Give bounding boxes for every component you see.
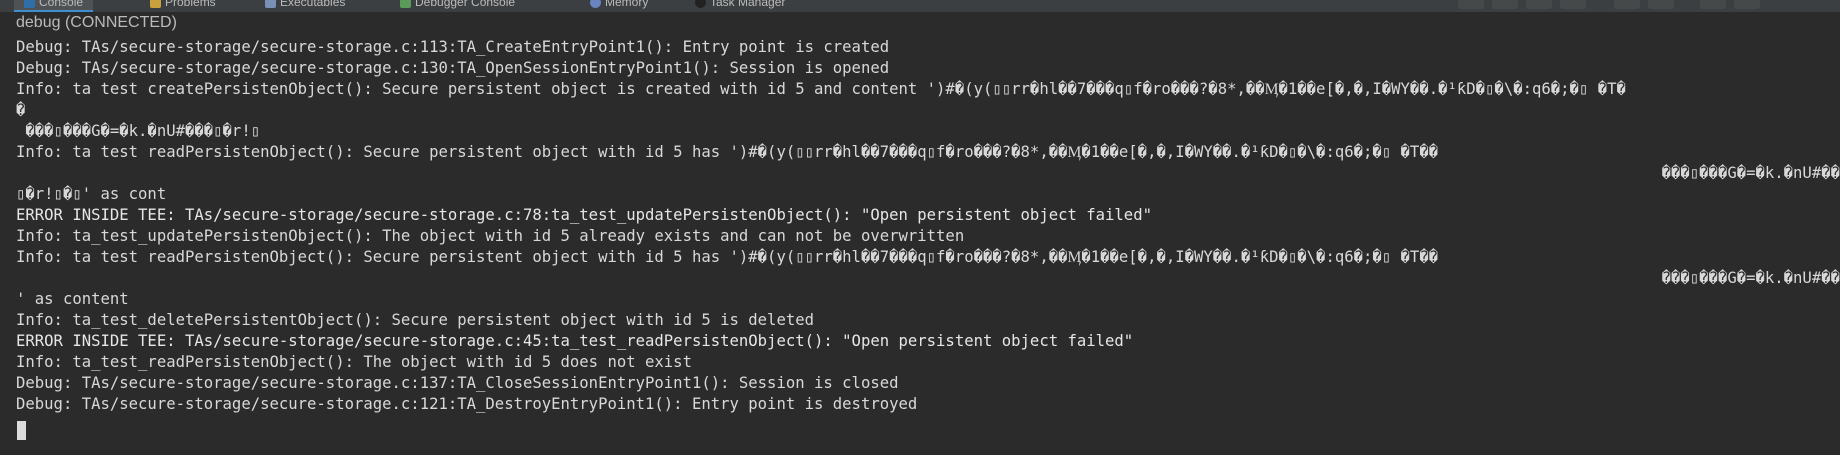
console-line: ' as content: [16, 290, 129, 308]
tab-task-manager-label: Task Manager: [710, 0, 786, 9]
tab-executables-label: Executables: [280, 0, 346, 9]
problems-icon: [150, 0, 161, 8]
tab-console[interactable]: Console: [14, 0, 94, 12]
console-line-error: ERROR INSIDE TEE: TAs/secure-storage/sec…: [16, 206, 1152, 224]
tab-memory[interactable]: Memory: [590, 0, 648, 10]
toolbar-button-8[interactable]: [1734, 0, 1760, 9]
tab-memory-label: Memory: [605, 0, 649, 9]
tab-problems[interactable]: Problems: [150, 0, 216, 10]
tab-task-manager[interactable]: Task Manager: [695, 0, 785, 10]
console-line-error: ERROR INSIDE TEE: TAs/secure-storage/sec…: [16, 332, 1134, 350]
console-icon: [24, 0, 35, 8]
console-line: Debug: TAs/secure-storage/secure-storage…: [16, 395, 918, 413]
console-line: Debug: TAs/secure-storage/secure-storage…: [16, 38, 890, 56]
task-manager-icon: [695, 0, 706, 8]
console-window: Console Problems Executables Debugger Co…: [0, 0, 1840, 455]
console-line: ▯�r!▯�▯' as cont: [16, 185, 167, 203]
tab-debugger-console[interactable]: Debugger Console: [400, 0, 515, 10]
tab-console-label: Console: [39, 0, 84, 9]
console-line: Debug: TAs/secure-storage/secure-storage…: [16, 374, 899, 392]
executables-icon: [265, 0, 276, 8]
text-cursor: [17, 421, 26, 440]
toolbar-button-5[interactable]: [1614, 0, 1640, 9]
toolbar-button-2[interactable]: [1492, 0, 1518, 9]
memory-icon: [590, 0, 601, 8]
console-line-wrapped-fragment: ���▯���G�=�k.�nU#��: [1661, 164, 1840, 182]
console-line: Info: ta_test_deletePersistentObject(): …: [16, 311, 814, 329]
tab-executables[interactable]: Executables: [265, 0, 345, 10]
toolbar-button-7[interactable]: [1700, 0, 1726, 9]
console-line: Debug: TAs/secure-storage/secure-storage…: [16, 59, 890, 77]
console-line: Info: ta test createPersistenObject(): S…: [16, 80, 1626, 98]
console-line: Info: ta_test_updatePersistenObject(): T…: [16, 227, 965, 245]
console-line-wrapped-fragment: ���▯���G�=�k.�nU#��: [1661, 269, 1840, 287]
view-tab-bar: Console Problems Executables Debugger Co…: [0, 0, 1840, 12]
tab-problems-label: Problems: [165, 0, 216, 9]
toolbar-button-1[interactable]: [1458, 0, 1484, 9]
console-title: debug (CONNECTED): [16, 14, 177, 31]
debugger-console-icon: [400, 0, 411, 8]
console-line: Info: ta test readPersistenObject(): Sec…: [16, 248, 1439, 266]
console-line: ���▯���G�=�k.�nU#���▯�r!▯: [16, 122, 261, 140]
console-output[interactable]: Debug: TAs/secure-storage/secure-storage…: [16, 38, 1840, 448]
toolbar-button-4[interactable]: [1560, 0, 1586, 9]
console-line: Info: ta test readPersistenObject(): Sec…: [16, 143, 1439, 161]
toolbar-button-6[interactable]: [1648, 0, 1674, 9]
console-line: �: [16, 101, 26, 119]
console-line: Info: ta_test_readPersistenObject(): The…: [16, 353, 692, 371]
tab-debugger-console-label: Debugger Console: [415, 0, 516, 9]
toolbar-button-3[interactable]: [1526, 0, 1552, 9]
